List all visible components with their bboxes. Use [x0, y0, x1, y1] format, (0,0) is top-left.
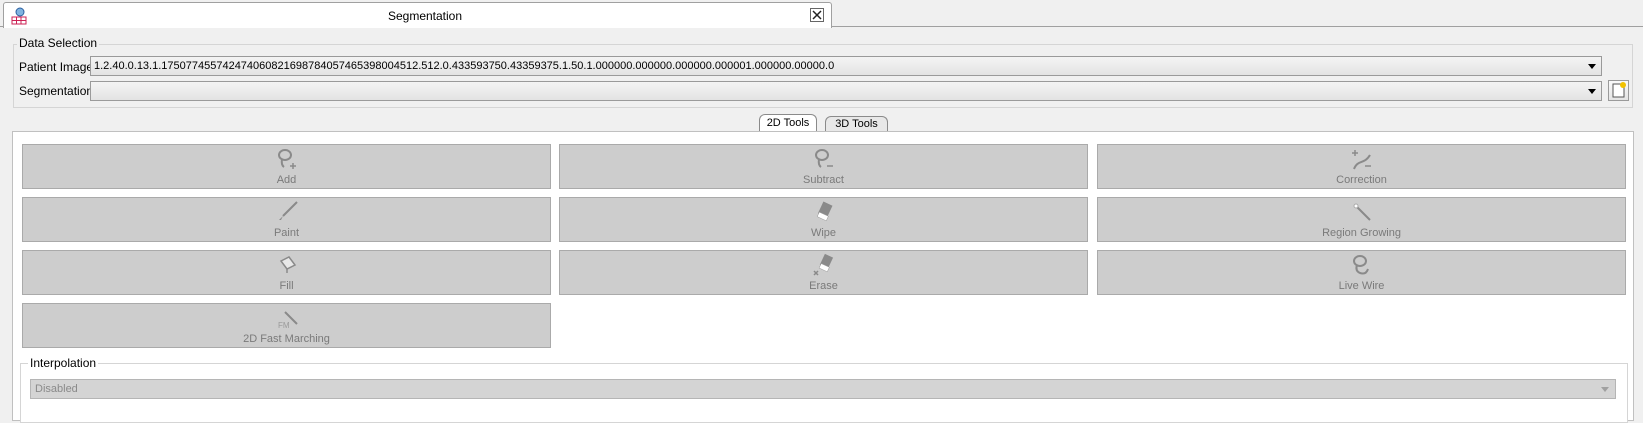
- erase-icon: [812, 253, 833, 276]
- fast-marching-2d-tool-button[interactable]: FM 2D Fast Marching: [22, 303, 551, 348]
- chevron-down-icon: [1601, 387, 1609, 392]
- tool-label: Paint: [273, 227, 300, 239]
- interpolation-combobox[interactable]: Disabled: [30, 379, 1616, 399]
- data-selection-legend: Data Selection: [17, 36, 100, 50]
- chevron-down-icon: [1588, 89, 1596, 94]
- close-icon[interactable]: [810, 8, 824, 22]
- tab-3d-tools[interactable]: 3D Tools: [825, 116, 888, 132]
- fast-marching-icon: FM: [278, 311, 298, 330]
- tool-label: Live Wire: [1338, 280, 1385, 292]
- tool-label: Wipe: [810, 227, 837, 239]
- tab-segmentation[interactable]: Segmentation: [3, 2, 832, 28]
- tab-title: Segmentation: [387, 9, 463, 23]
- tool-label: Correction: [1336, 174, 1387, 186]
- interpolation-value: Disabled: [35, 383, 78, 395]
- eraser-icon: [816, 201, 832, 222]
- chevron-down-icon: [1588, 64, 1596, 69]
- paint-tool-button[interactable]: Paint: [22, 197, 551, 242]
- tool-label: Erase: [809, 280, 838, 292]
- tab-bar: Segmentation: [0, 0, 1643, 28]
- erase-tool-button[interactable]: Erase: [559, 250, 1088, 295]
- segmentation-label: Segmentation: [19, 84, 94, 98]
- subtract-tool-button[interactable]: Subtract: [559, 144, 1088, 189]
- tool-label: Region Growing: [1322, 227, 1401, 239]
- svg-text:FM: FM: [278, 321, 290, 330]
- live-wire-tool-button[interactable]: Live Wire: [1097, 250, 1626, 295]
- correction-tool-button[interactable]: Correction: [1097, 144, 1626, 189]
- interpolation-legend: Interpolation: [28, 356, 99, 370]
- fill-tool-button[interactable]: Fill: [22, 250, 551, 295]
- tool-label: Subtract: [803, 174, 844, 186]
- live-wire-icon: [1352, 255, 1369, 275]
- tool-label: Add: [276, 174, 297, 186]
- magic-wand-icon: [1353, 203, 1371, 221]
- patient-image-combobox[interactable]: 1.2.40.0.13.1.17507745574247406082169878…: [90, 56, 1602, 76]
- tab-2d-tools[interactable]: 2D Tools: [759, 114, 817, 132]
- segmentation-combobox[interactable]: [90, 81, 1602, 101]
- fill-bucket-icon: [279, 256, 296, 273]
- paint-brush-icon: [278, 201, 298, 220]
- wipe-tool-button[interactable]: Wipe: [559, 197, 1088, 242]
- lasso-add-icon: [277, 149, 296, 169]
- correction-icon: [1351, 150, 1371, 170]
- patient-image-label: Patient Image: [19, 60, 94, 74]
- new-segmentation-button[interactable]: [1608, 80, 1629, 101]
- tool-label: 2D Fast Marching: [243, 333, 330, 345]
- region-growing-tool-button[interactable]: Region Growing: [1097, 197, 1626, 242]
- patient-image-value: 1.2.40.0.13.1.17507745574247406082169878…: [94, 60, 835, 72]
- tool-label: Fill: [279, 280, 294, 292]
- add-tool-button[interactable]: Add: [22, 144, 551, 189]
- lasso-subtract-icon: [814, 149, 833, 168]
- new-document-icon: [1612, 82, 1626, 98]
